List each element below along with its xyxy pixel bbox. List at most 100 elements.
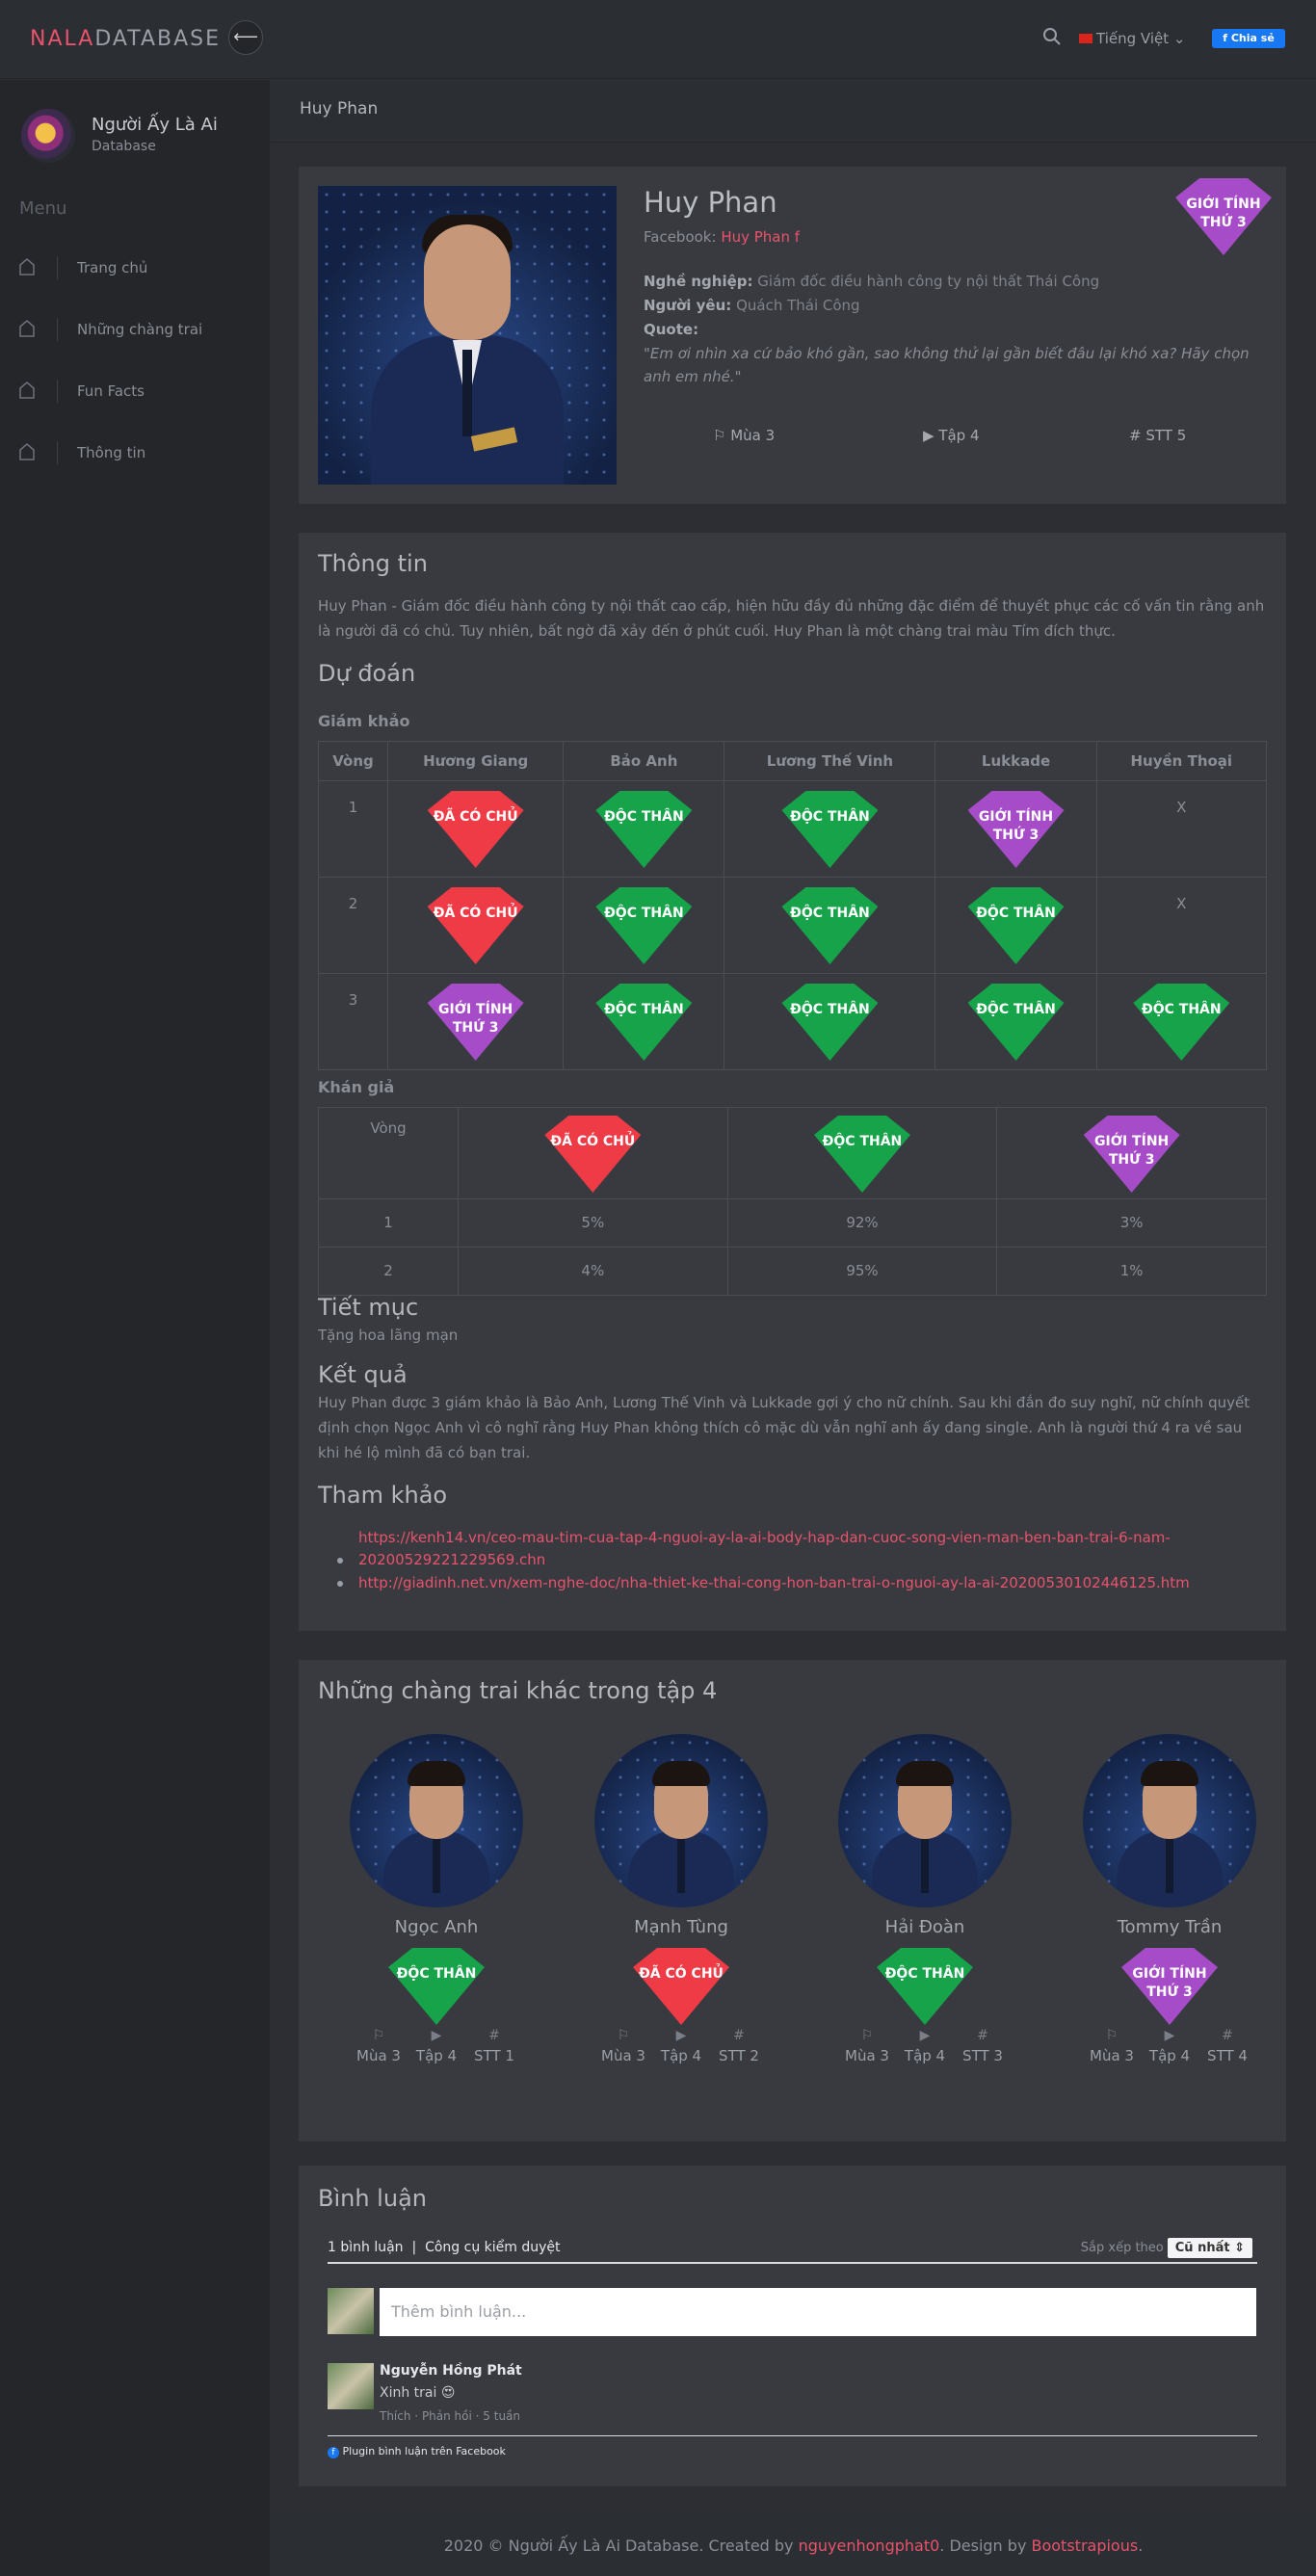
judges-table: Vòng Hương Giang Bảo Anh Lương Thế Vinh Lukk… — [318, 741, 1268, 1070]
boy-card[interactable]: Tommy Trần GIỚI TÍNH THỨ 3 ⚐ Mùa 3 ▶ Tập 4 # ST… — [1064, 1734, 1276, 2100]
brand-subtitle: Database — [92, 139, 156, 154]
sidebar-item-fun-facts[interactable]: Fun Facts — [0, 372, 270, 410]
home-icon — [19, 258, 35, 276]
play-icon: ▶ — [1164, 2028, 1175, 2043]
prediction-badge: GIỚI TÍNH THỨ 3 — [967, 791, 1065, 868]
boy-status-badge: ĐỘC THÂN — [877, 1948, 973, 2025]
sidebar-item-home[interactable]: Trang chủ — [0, 249, 270, 287]
chevron-down-icon: ⌄ — [1172, 30, 1186, 47]
commenter-name[interactable]: Nguyễn Hồng Phát — [380, 2363, 522, 2379]
prediction-badge: ĐỘC THÂN — [595, 887, 693, 964]
round-header: Vòng — [318, 1107, 459, 1199]
hash-icon: # — [488, 2028, 500, 2043]
boy-name[interactable]: Ngọc Anh — [330, 1917, 542, 1937]
boy-season: ⚐ Mùa 3 — [838, 2028, 896, 2064]
reference-link-1-cont[interactable]: 20200529221229569.chn — [358, 1551, 545, 1568]
gender-badge: GIỚI TÍNH THỨ 3 — [1175, 178, 1272, 255]
language-selector[interactable]: Tiếng Việt ⌄ — [1079, 30, 1185, 47]
info-text: Huy Phan - Giám đốc điều hành công ty nộ… — [318, 597, 1265, 640]
boy-name[interactable]: Hải Đoàn — [819, 1917, 1031, 1937]
facebook-icon: f — [328, 2447, 339, 2458]
sidebar-item-boys[interactable]: Những chàng trai — [0, 310, 270, 349]
other-boys-card: Những chàng trai khác trong tập 4 Ngọc A… — [299, 1660, 1286, 2142]
flag-icon: ⚐ — [713, 427, 726, 444]
profile-photo — [318, 186, 617, 485]
boy-avatar[interactable] — [594, 1734, 768, 1907]
round-cell: 2 — [318, 877, 388, 974]
fb-plugin-label[interactable]: f Plugin bình luận trên Facebook — [328, 2445, 506, 2458]
play-icon: ▶ — [431, 2028, 442, 2043]
vote-percent: 3% — [996, 1198, 1267, 1248]
author-link[interactable]: nguyenhongphat0 — [799, 2537, 940, 2555]
reference-link-1[interactable]: https://kenh14.vn/ceo-mau-tim-cua-tap-4-… — [358, 1529, 1171, 1546]
comment-actions: Thích · Phản hồi · 5 tuần — [380, 2409, 521, 2423]
round-cell: 1 — [318, 780, 388, 878]
profile-card: Huy Phan Facebook: Huy Phan f Nghề nghiệ… — [299, 167, 1286, 504]
comments-heading: Bình luận — [318, 2185, 427, 2212]
hash-icon: # — [1222, 2028, 1233, 2043]
top-navbar: NALADATABASE ⟵ Tiếng Việt ⌄ f Chia sẻ — [0, 0, 1316, 79]
round-cell: 3 — [318, 973, 388, 1070]
sidebar: Người Ấy Là Ai Database Menu Trang chủ N… — [0, 80, 270, 2576]
round-cell: 1 — [318, 1198, 459, 1248]
round-cell: 2 — [318, 1247, 459, 1296]
lover-line: Người yêu: Quách Thái Công — [644, 297, 860, 314]
prediction-badge: ĐỘC THÂN — [595, 791, 693, 868]
reference-link-2[interactable]: http://giadinh.net.vn/xem-nghe-doc/nha-t… — [358, 1574, 1190, 1591]
designer-link[interactable]: Bootstrapious — [1032, 2537, 1139, 2555]
comment-input[interactable]: Thêm bình luận... — [380, 2288, 1256, 2336]
boy-season: ⚐ Mùa 3 — [1083, 2028, 1141, 2064]
job-line: Nghề nghiệp: Giám đốc điều hành công ty … — [644, 273, 1100, 290]
reply-link[interactable]: Phản hồi — [422, 2409, 472, 2423]
vietnam-flag-icon — [1079, 33, 1092, 43]
result-heading: Kết quả — [318, 1361, 408, 1388]
boy-status-badge: GIỚI TÍNH THỨ 3 — [1121, 1948, 1218, 2025]
prediction-badge: ĐỘC THÂN — [967, 984, 1065, 1061]
brand-title: Người Ấy Là Ai — [92, 115, 218, 135]
boy-avatar[interactable] — [1083, 1734, 1256, 1907]
site-logo[interactable]: NALADATABASE — [30, 27, 221, 51]
boy-avatar[interactable] — [350, 1734, 523, 1907]
prediction-badge: ĐỘC THÂN — [781, 984, 879, 1061]
info-heading: Thông tin — [318, 550, 428, 577]
like-link[interactable]: Thích — [380, 2409, 410, 2423]
boy-episode: ▶ Tập 4 — [408, 2028, 465, 2064]
prediction-badge: ĐÃ CÓ CHỦ — [427, 791, 524, 868]
sort-select[interactable]: Cũ nhất ⇕ — [1167, 2238, 1252, 2258]
sidebar-item-info[interactable]: Thông tin — [0, 434, 270, 472]
comment-text: Xinh trai 😍 — [380, 2385, 456, 2401]
hash-icon: # — [1129, 427, 1142, 444]
boy-season: ⚐ Mùa 3 — [594, 2028, 652, 2064]
boy-card[interactable]: Mạnh Tùng ĐÃ CÓ CHỦ ⚐ Mùa 3 ▶ Tập 4 # STT 2 — [575, 1734, 787, 2100]
home-icon — [19, 443, 35, 460]
boy-avatar[interactable] — [838, 1734, 1012, 1907]
footer: 2020 © Người Ấy Là Ai Database. Created … — [271, 2515, 1316, 2576]
refs-heading: Tham khảo — [318, 1482, 448, 1509]
facebook-icon[interactable]: f — [795, 228, 800, 246]
boy-name[interactable]: Tommy Trần — [1064, 1917, 1276, 1937]
boy-name[interactable]: Mạnh Tùng — [575, 1917, 787, 1937]
vote-percent: 5% — [458, 1198, 728, 1248]
boy-status-badge: ĐỘC THÂN — [388, 1948, 485, 2025]
sidebar-toggle-button[interactable]: ⟵ — [228, 20, 263, 55]
table-row: 2 ĐÃ CÓ CHỦ ĐỘC THÂN ĐỘC THÂN ĐỘC THÂN X — [318, 877, 1268, 974]
search-icon[interactable] — [1042, 26, 1062, 47]
judges-heading: Giám khảo — [318, 712, 410, 730]
moderation-link[interactable]: Công cụ kiểm duyệt — [425, 2240, 560, 2255]
boy-card[interactable]: Ngọc Anh ĐỘC THÂN ⚐ Mùa 3 ▶ Tập 4 # STT 1 — [330, 1734, 542, 2100]
boy-order: # STT 1 — [465, 2028, 523, 2064]
facebook-link[interactable]: Huy Phan — [721, 228, 790, 246]
judges-col-header: Lukkade — [934, 741, 1097, 781]
judges-col-header: Lương Thế Vinh — [724, 741, 936, 781]
table-row: 1 ĐÃ CÓ CHỦ ĐỘC THÂN ĐỘC THÂN GIỚI TÍNH THỨ … — [318, 780, 1268, 878]
act-heading: Tiết mục — [318, 1294, 419, 1321]
judges-col-header: Hương Giang — [386, 741, 565, 781]
flag-icon: ⚐ — [617, 2028, 630, 2043]
commenter-avatar[interactable] — [328, 2363, 374, 2409]
boy-card[interactable]: Hải Đoàn ĐỘC THÂN ⚐ Mùa 3 ▶ Tập 4 # STT 3 — [819, 1734, 1031, 2100]
facebook-share-button[interactable]: f Chia sẻ — [1212, 29, 1285, 48]
audience-table: Vòng ĐÃ CÓ CHỦ ĐỘC THÂN GIỚI TÍNH THỨ 3 1 5% 9… — [318, 1107, 1267, 1296]
prediction-badge: ĐỘC THÂN — [1133, 984, 1230, 1061]
judges-col-header: Vòng — [318, 741, 388, 781]
boy-order: # STT 3 — [954, 2028, 1012, 2064]
